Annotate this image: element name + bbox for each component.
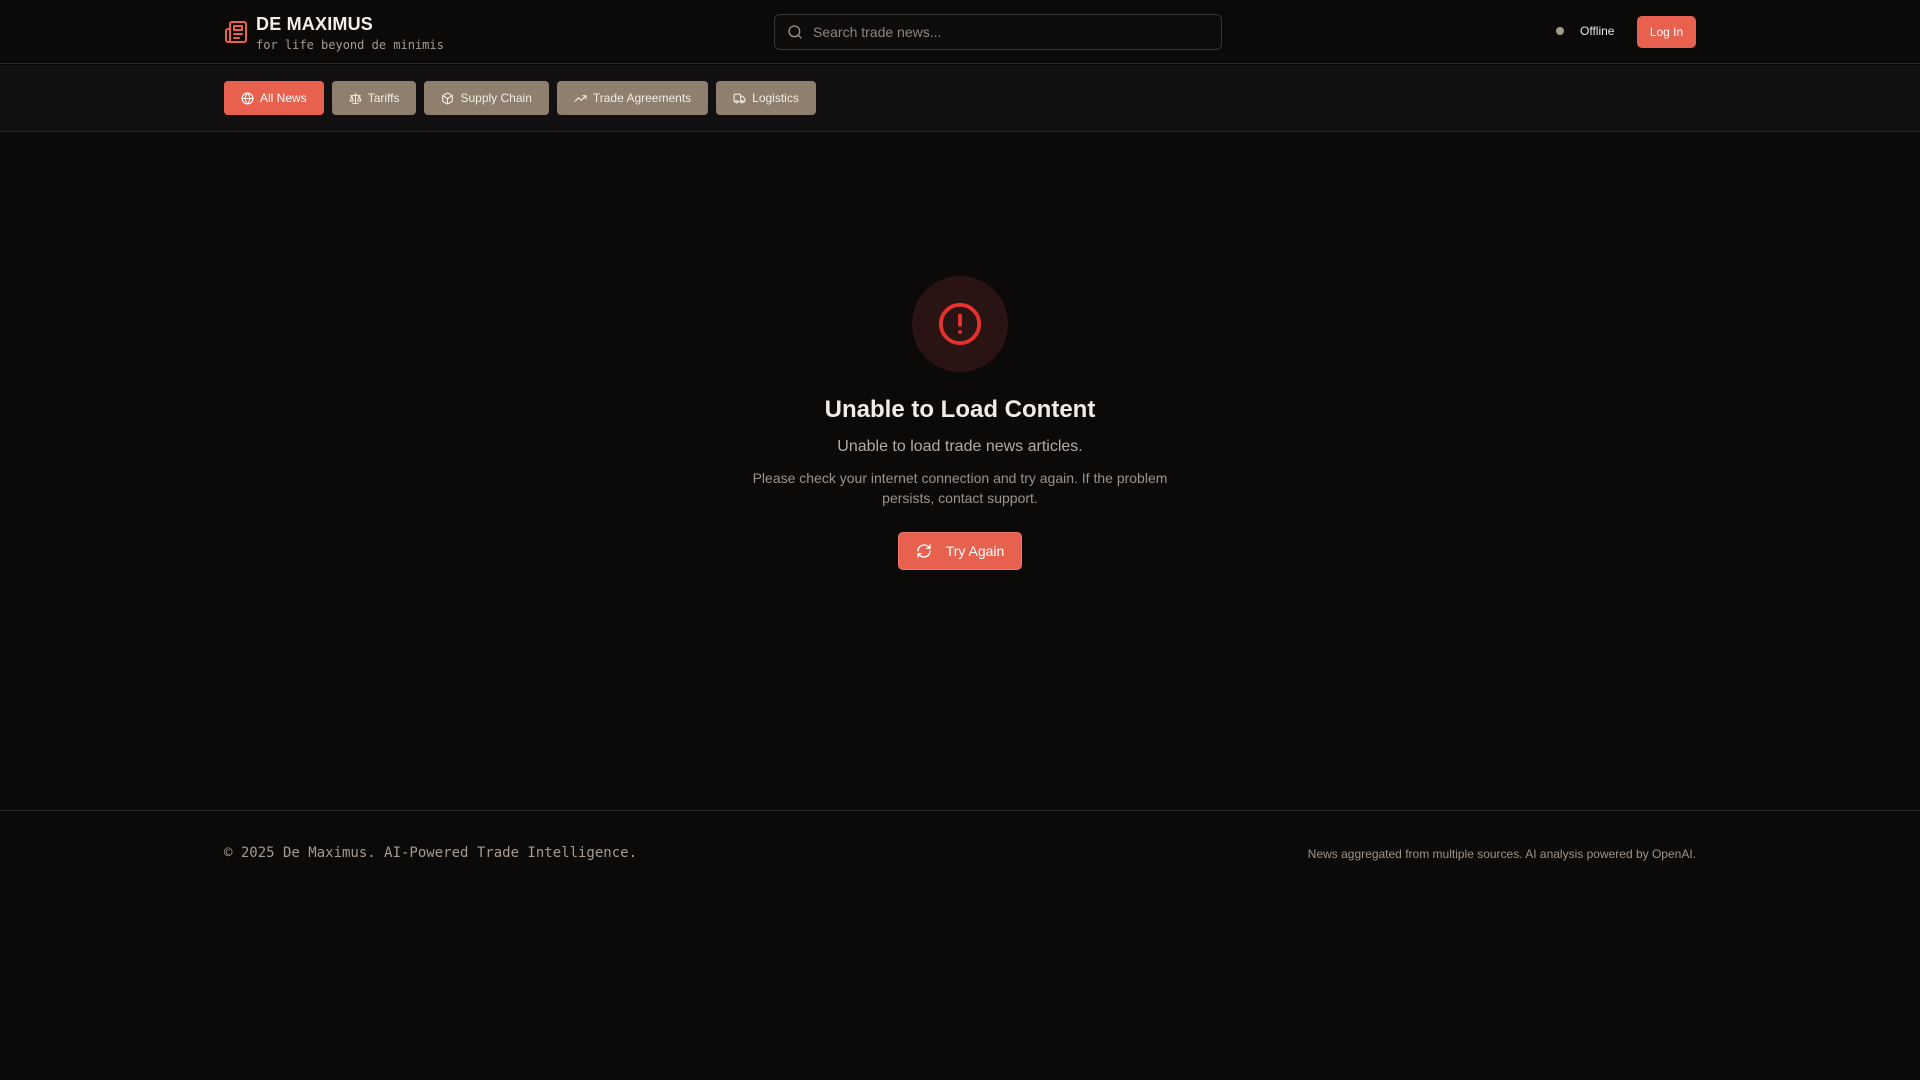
trending-up-icon — [574, 94, 587, 102]
tab-label: Trade Agreements — [592, 91, 692, 105]
tab-tariffs[interactable]: Tariffs — [331, 81, 417, 115]
error-description: Please check your internet connection an… — [752, 470, 1168, 506]
brand-title: DE MAXIMUS — [256, 14, 374, 34]
tab-label: Logistics — [752, 91, 799, 105]
footer-note: News aggregated from multiple sources. A… — [1307, 847, 1696, 861]
tab-supply-chain[interactable]: Supply Chain — [424, 81, 549, 115]
try-again-label: Try Again — [945, 543, 1005, 559]
brand-tagline: for life beyond de minimis — [256, 38, 444, 52]
status-label: Offline — [1580, 24, 1615, 38]
try-again-button[interactable]: Try Again — [898, 532, 1022, 570]
scale-icon — [349, 92, 362, 104]
brand[interactable]: DE MAXIMUS for life beyond de minimis — [224, 14, 444, 53]
alert-circle-icon — [938, 302, 982, 346]
tab-label: Tariffs — [367, 91, 400, 105]
error-icon-badge — [912, 276, 1008, 372]
tab-label: Supply Chain — [460, 91, 532, 105]
category-bar: All News Tariffs Supply Chain Trade Agre… — [0, 65, 1920, 132]
tab-label: All News — [260, 91, 307, 105]
refresh-icon — [917, 544, 931, 558]
tab-logistics[interactable]: Logistics — [716, 81, 816, 115]
package-icon — [442, 92, 454, 104]
category-tabs: All News Tariffs Supply Chain Trade Agre… — [224, 81, 816, 115]
globe-icon — [241, 92, 254, 104]
error-title: Unable to Load Content — [824, 396, 1096, 423]
footer-copyright: © 2025 De Maximus. AI-Powered Trade Inte… — [224, 845, 638, 861]
status-dot — [1556, 27, 1564, 35]
truck-icon — [733, 93, 746, 103]
search-input[interactable] — [813, 24, 1193, 40]
top-header: DE MAXIMUS for life beyond de minimis Of… — [0, 0, 1920, 64]
footer: © 2025 De Maximus. AI-Powered Trade Inte… — [0, 810, 1920, 1080]
connection-status: Offline — [1556, 24, 1614, 38]
search-icon — [788, 25, 802, 39]
tab-trade-agreements[interactable]: Trade Agreements — [556, 81, 709, 115]
login-button[interactable]: Log In — [1637, 16, 1696, 48]
tab-all-news[interactable]: All News — [224, 81, 324, 115]
newspaper-icon — [225, 21, 247, 43]
search-box[interactable] — [774, 14, 1222, 50]
error-subtitle: Unable to load trade news articles. — [837, 438, 1083, 455]
